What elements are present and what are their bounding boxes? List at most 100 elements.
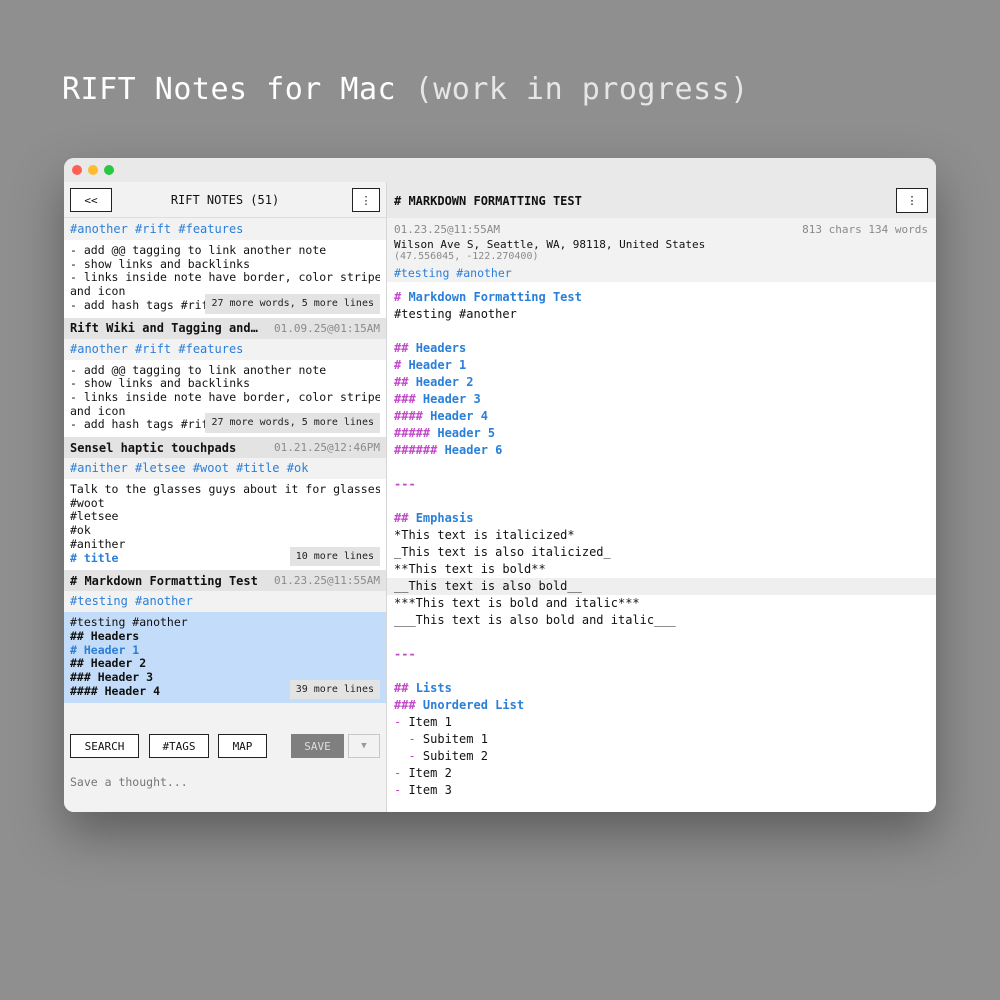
editor-line[interactable]: ## Header 2 [387,374,936,391]
editor-line[interactable]: ## Lists [387,680,936,697]
editor-line[interactable]: - Subitem 1 [387,731,936,748]
sidebar-menu-button[interactable]: ⋮ [352,188,380,212]
close-window-icon[interactable] [72,165,82,175]
note-preview-line: - links inside note have border, color s… [70,390,380,404]
note-date: 01.23.25@11:55AM [394,223,500,236]
editor-line[interactable] [387,663,936,680]
editor-line[interactable]: # Markdown Formatting Test [387,289,936,306]
note-item[interactable]: Sensel haptic touchpads 01.21.25@12:46PM #… [64,437,386,571]
editor-text: *This text is italicized* [394,528,575,542]
note-preview[interactable]: - add @@ tagging to link another note - s… [64,359,386,438]
note-header[interactable]: # Markdown Formatting Test 01.23.25@11:55… [64,570,386,592]
zoom-window-icon[interactable] [104,165,114,175]
note-preview-line: #letsee [70,510,119,524]
editor-text: Header 1 [408,358,467,372]
note-date: 01.09.25@01:15AM [274,321,380,335]
editor-line[interactable]: ___This text is also bold and italic___ [387,612,936,629]
note-title: Sensel haptic touchpads [70,440,237,455]
markdown-marker: ##### [394,426,438,440]
sidebar-header: << RIFT NOTES (51) ⋮ [64,182,386,218]
note-preview-line: - links inside note have border, color s… [70,271,380,285]
editor-line[interactable]: *This text is italicized* [387,527,936,544]
editor-line[interactable]: --- [387,476,936,493]
editor-text: Markdown Formatting Test [408,290,582,304]
note-preview-line: Talk to the glasses guys about it for gl… [70,483,380,497]
editor-line[interactable]: ## Emphasis [387,510,936,527]
note-title: Rift Wiki and Tagging and… [70,321,258,336]
note-preview[interactable]: #testing #another ## Headers # Header 1 ## … [64,612,386,704]
more-badge: 39 more lines [289,679,380,700]
editor-line[interactable]: ### Header 3 [387,391,936,408]
notes-list: #another #rift #features - add @@ tagging… [64,219,386,704]
note-counts: 813 chars 134 words [802,223,928,236]
editor-line[interactable]: ###### Header 6 [387,442,936,459]
page-title-sub: (work in progress) [414,72,749,107]
markdown-marker: --- [394,477,416,491]
detail-menu-button[interactable]: ⋮ [896,188,928,213]
editor-line[interactable] [387,629,936,646]
editor-text: Subitem 2 [422,749,488,763]
note-tags[interactable]: #testing #another [64,591,386,613]
save-options-dropdown[interactable]: ▼ [348,734,380,758]
editor-line[interactable]: **This text is bold** [387,561,936,578]
note-item[interactable]: #another #rift #features - add @@ tagging… [64,219,386,318]
note-tags[interactable]: #another #rift #features [64,338,386,360]
editor-line[interactable] [387,459,936,476]
note-tags[interactable]: #anither #letsee #woot #title #ok [64,458,386,480]
editor-line[interactable]: - Subitem 2 [387,748,936,765]
editor-line[interactable]: ### Unordered List [387,697,936,714]
editor-line[interactable]: ##### Header 5 [387,425,936,442]
thought-input[interactable] [70,775,370,789]
more-badge: 27 more words, 5 more lines [205,413,380,434]
editor-line[interactable]: ## Headers [387,340,936,357]
markdown-marker: --- [394,647,416,661]
map-button[interactable]: MAP [218,734,267,758]
editor-line[interactable]: - Item 3 [387,782,936,799]
note-preview-line: - add @@ tagging to link another note [70,363,327,377]
editor-line[interactable]: #testing #another [387,306,936,323]
minimize-window-icon[interactable] [88,165,98,175]
note-address: Wilson Ave S, Seattle, WA, 98118, United… [394,238,706,251]
editor-line[interactable]: # Header 1 [387,357,936,374]
search-button[interactable]: SEARCH [70,734,139,758]
markdown-marker: - [394,783,409,797]
note-header[interactable]: Sensel haptic touchpads 01.21.25@12:46PM [64,437,386,459]
note-editor[interactable]: # Markdown Formatting Test #testing #anot… [387,289,936,799]
editor-line[interactable]: _This text is also italicized_ [387,544,936,561]
save-button[interactable]: SAVE [291,734,344,758]
editor-line[interactable] [387,493,936,510]
sidebar-toolbar: SEARCH #TAGS MAP SAVE ▼ [64,728,386,758]
tags-button[interactable]: #TAGS [149,734,209,758]
note-preview-line: #testing #another [70,616,188,630]
note-preview-line: #ok [70,524,91,538]
note-preview-line: # Header 1 [70,643,140,657]
editor-line[interactable]: ***This text is bold and italic*** [387,595,936,612]
note-tags[interactable]: #another #rift #features [64,219,386,240]
editor-line[interactable]: - Item 1 [387,714,936,731]
detail-header: # MARKDOWN FORMATTING TEST ⋮ [387,158,936,218]
sidebar-title: RIFT NOTES (51) [170,193,280,207]
note-tags[interactable]: #testing #another [394,266,512,280]
more-badge: 10 more lines [289,546,380,567]
editor-line[interactable]: __This text is also bold__ [387,578,936,595]
note-date: 01.21.25@12:46PM [274,441,380,455]
note-item[interactable]: Rift Wiki and Tagging and… 01.09.25@01:15… [64,317,386,438]
markdown-marker: ### [394,392,423,406]
note-preview[interactable]: Talk to the glasses guys about it for gl… [64,479,386,571]
editor-text: ***This text is bold and italic*** [394,596,640,610]
markdown-marker: # [394,290,409,304]
editor-line[interactable]: --- [387,646,936,663]
note-preview-line: - show links and backlinks [70,257,251,271]
note-title: # Markdown Formatting Test [70,573,258,588]
markdown-marker: ## [394,681,416,695]
markdown-marker: # [394,358,409,372]
note-header[interactable]: Rift Wiki and Tagging and… 01.09.25@01:15… [64,317,386,339]
note-item[interactable]: # Markdown Formatting Test 01.23.25@11:55… [64,570,386,704]
note-preview[interactable]: - add @@ tagging to link another note - s… [64,240,386,318]
note-metadata: 01.23.25@11:55AM 813 chars 134 words Wil… [387,218,936,282]
editor-line[interactable]: #### Header 4 [387,408,936,425]
editor-line[interactable] [387,323,936,340]
editor-line[interactable]: - Item 2 [387,765,936,782]
editor-text: Item 2 [408,766,452,780]
markdown-marker: ## [394,341,416,355]
